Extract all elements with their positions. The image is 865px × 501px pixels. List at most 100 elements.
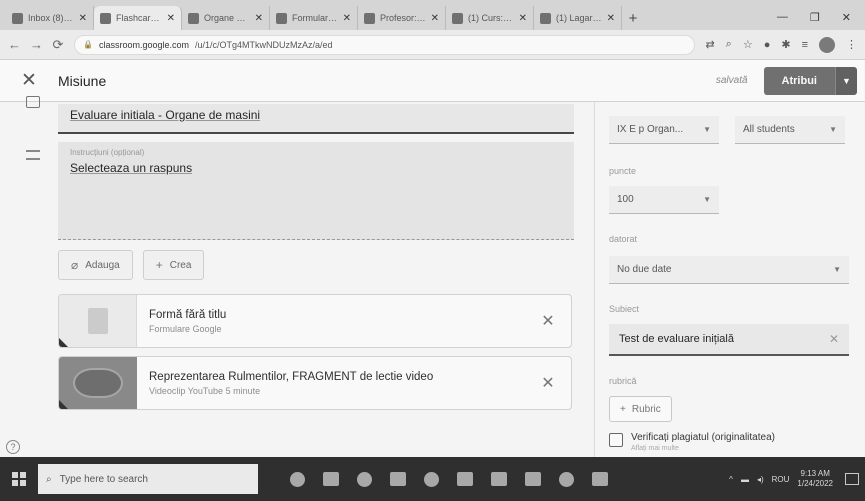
attachment-subtitle: Videoclip YouTube 5 minute — [149, 385, 261, 396]
create-button[interactable]: + Crea — [142, 250, 205, 280]
bookmark-star-icon[interactable]: ☆ — [743, 38, 753, 51]
thumbnail-corner — [59, 338, 69, 347]
store-icon[interactable] — [390, 472, 406, 486]
browser-tab[interactable]: (1) Lagare cu ru...✕ — [534, 6, 622, 30]
reload-icon[interactable]: ⟳ — [52, 37, 64, 53]
zoom-icon[interactable]: ⌕ — [726, 38, 732, 51]
points-value: 100 — [617, 194, 634, 205]
add-button[interactable]: ⌀ Adauga — [58, 250, 133, 280]
taskbar-search[interactable]: ⌕ Type here to search — [38, 464, 258, 494]
search-icon: ⌕ — [46, 473, 52, 485]
new-tab-button[interactable]: + — [622, 6, 644, 30]
browser-tab[interactable]: Inbox (8) - yah...✕ — [6, 6, 94, 30]
profile-avatar[interactable] — [819, 36, 835, 53]
minimize-button[interactable]: — — [777, 11, 788, 23]
add-rubric-button[interactable]: + Rubric — [609, 396, 672, 422]
learn-more-link[interactable]: Aflați mai multe — [631, 445, 775, 452]
browser-tab-bar: Inbox (8) - yah...✕ Flashcards for D...✕… — [0, 0, 865, 30]
plagiarism-checkbox[interactable] — [609, 433, 623, 447]
maximize-button[interactable]: ❐ — [810, 11, 820, 24]
tray-chevron-icon[interactable]: ^ — [729, 475, 733, 484]
instructions-field[interactable]: Instrucțiuni (opțional) Selecteaza un ra… — [58, 142, 574, 240]
browser-tab[interactable]: Formular fara ti...✕ — [270, 6, 358, 30]
close-tab-icon[interactable]: ✕ — [343, 13, 351, 24]
topic-field[interactable]: Test de evaluare inițială ✕ — [609, 324, 849, 356]
windows-taskbar: ⌕ Type here to search ^ ▬ ◂) ROU 9:13 AM… — [0, 457, 865, 501]
chevron-down-icon: ▼ — [833, 265, 841, 274]
forward-arrow-icon[interactable]: → — [30, 37, 43, 52]
puzzle-icon[interactable]: ✱ — [781, 38, 790, 51]
chevron-down-icon: ▼ — [703, 195, 711, 204]
clock-time: 9:13 AM — [800, 469, 830, 478]
remove-attachment-icon[interactable]: ✕ — [525, 311, 571, 331]
task-view-icon[interactable] — [323, 472, 339, 486]
close-tab-icon[interactable]: ✕ — [431, 13, 439, 24]
page-title: Misiune — [58, 72, 107, 89]
clock[interactable]: 9:13 AM 1/24/2022 — [797, 469, 833, 489]
browser-tab-active[interactable]: Flashcards for D...✕ — [94, 6, 182, 30]
notification-icon[interactable] — [845, 473, 859, 485]
lock-icon: 🔒 — [83, 40, 93, 49]
attachment-card[interactable]: Reprezentarea Rulmentilor, FRAGMENT de l… — [58, 356, 572, 410]
plagiarism-option: Verificați plagiatul (originalitatea) Af… — [609, 432, 775, 452]
assign-button[interactable]: Atribui — [763, 66, 835, 95]
back-arrow-icon[interactable]: ← — [8, 37, 21, 52]
taskbar-search-placeholder: Type here to search — [59, 473, 148, 485]
due-date-select[interactable]: No due date ▼ — [609, 256, 849, 284]
url-path: /u/1/c/OTg4MTkwNDUzMzAz/a/ed — [195, 39, 333, 50]
flashcards-icon — [100, 12, 111, 24]
photos-icon[interactable] — [525, 472, 541, 486]
class-select[interactable]: IX E p Organ... ▼ — [609, 116, 719, 144]
close-icon[interactable]: ✕ — [0, 69, 58, 92]
add-label: Adauga — [85, 259, 120, 271]
mail-app-icon[interactable] — [491, 472, 507, 486]
language-indicator[interactable]: ROU — [772, 475, 790, 484]
points-label: puncte — [609, 166, 637, 176]
close-tab-icon[interactable]: ✕ — [79, 13, 87, 24]
title-input[interactable]: Evaluare initiala - Organe de masini — [58, 104, 574, 134]
menu-dots-icon[interactable]: ⋮ — [846, 38, 857, 51]
browser-tab[interactable]: Profesor: Admin✕ — [358, 6, 446, 30]
close-tab-icon[interactable]: ✕ — [607, 13, 615, 24]
reading-list-icon[interactable]: ≡ — [802, 39, 808, 51]
due-date-value: No due date — [617, 264, 672, 275]
plus-icon: + — [155, 258, 163, 272]
remove-attachment-icon[interactable]: ✕ — [525, 373, 571, 393]
taskbar-apps — [290, 471, 608, 487]
chevron-down-icon: ▼ — [829, 125, 837, 134]
close-tab-icon[interactable]: ✕ — [255, 13, 263, 24]
translate-icon[interactable]: ⇄ — [705, 38, 714, 51]
volume-icon[interactable]: ◂) — [757, 475, 764, 484]
cortana-icon[interactable] — [290, 471, 305, 487]
points-select[interactable]: 100 ▼ — [609, 186, 719, 214]
close-tab-icon[interactable]: ✕ — [167, 13, 175, 24]
assign-dropdown-icon[interactable]: ▼ — [835, 66, 857, 95]
browser-tab[interactable]: (1) Curs: ro lo...✕ — [446, 6, 534, 30]
clock-date: 1/24/2022 — [797, 479, 833, 488]
plagiarism-label: Verificați plagiatul (originalitatea) — [631, 432, 775, 443]
plus-icon: + — [620, 403, 626, 415]
help-icon[interactable]: ? — [6, 440, 20, 454]
attachment-card[interactable]: Formă fără titlu Formulare Google ✕ — [58, 294, 572, 348]
system-tray: ^ ▬ ◂) ROU 9:13 AM 1/24/2022 — [729, 469, 865, 489]
browser-app-icon[interactable] — [559, 471, 574, 487]
file-explorer-icon[interactable] — [457, 472, 473, 486]
start-button[interactable] — [0, 457, 38, 501]
students-select[interactable]: All students ▼ — [735, 116, 845, 144]
url-input[interactable]: 🔒 classroom.google.com/u/1/c/OTg4MTkwNDU… — [74, 34, 696, 55]
url-host: classroom.google.com — [98, 39, 190, 50]
close-window-button[interactable]: ✕ — [842, 11, 851, 24]
edge-icon[interactable] — [357, 471, 372, 487]
due-label: datorat — [609, 234, 638, 244]
clear-topic-icon[interactable]: ✕ — [829, 332, 839, 346]
close-tab-icon[interactable]: ✕ — [519, 13, 527, 24]
network-icon[interactable]: ▬ — [741, 475, 749, 484]
create-label: Crea — [169, 259, 192, 271]
paperclip-icon: ⌀ — [71, 258, 79, 272]
youtube-icon — [540, 12, 551, 24]
rubric-label: rubrică — [609, 376, 637, 386]
browser-tab[interactable]: Organe de ma...✕ — [182, 6, 270, 30]
chrome-icon[interactable] — [424, 471, 439, 487]
excel-icon[interactable] — [592, 472, 608, 486]
extension-icon[interactable]: ● — [764, 39, 771, 51]
